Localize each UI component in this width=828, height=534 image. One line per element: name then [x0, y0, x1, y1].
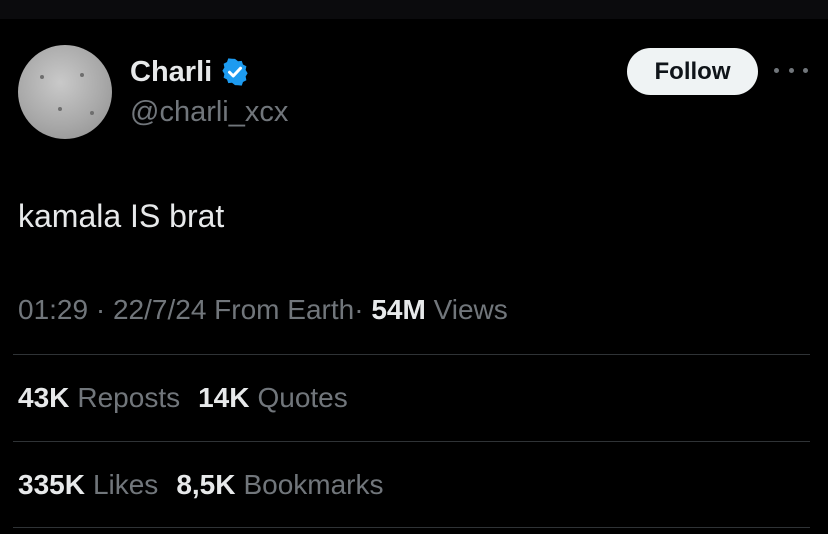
- follow-button[interactable]: Follow: [627, 48, 758, 95]
- likes-label: Likes: [92, 469, 159, 500]
- avatar-texture: [80, 73, 84, 77]
- reposts-stat[interactable]: 43K Reposts: [18, 380, 180, 416]
- divider: [13, 441, 810, 442]
- reposts-label: Reposts: [77, 382, 181, 413]
- top-bar: [0, 0, 828, 19]
- avatar[interactable]: [18, 45, 112, 139]
- avatar-texture: [90, 111, 94, 115]
- quotes-stat[interactable]: 14K Quotes: [198, 380, 348, 416]
- meta-separator: ·: [354, 294, 364, 325]
- tweet-date[interactable]: 22/7/24: [113, 294, 206, 325]
- ellipsis-dot: [803, 67, 808, 73]
- likes-stat[interactable]: 335K Likes: [18, 467, 158, 503]
- divider: [13, 527, 810, 528]
- bookmarks-stat[interactable]: 8,5K Bookmarks: [176, 467, 383, 503]
- avatar-texture: [58, 107, 62, 111]
- bookmarks-count: 8,5K: [176, 469, 236, 500]
- engagement-row-2: 335K Likes 8,5K Bookmarks: [18, 467, 402, 503]
- tweet-source: From Earth: [214, 294, 355, 325]
- ellipsis-dot: [774, 67, 779, 73]
- bookmarks-label: Bookmarks: [243, 469, 384, 500]
- likes-count: 335K: [18, 469, 85, 500]
- views-count: 54M: [371, 294, 426, 325]
- author-name-row[interactable]: Charli: [130, 54, 250, 90]
- quotes-count: 14K: [198, 382, 250, 413]
- author-display-name[interactable]: Charli: [130, 54, 212, 90]
- views-label: Views: [433, 294, 508, 325]
- verified-badge-icon: [222, 58, 248, 86]
- author-handle[interactable]: @charli_xcx: [130, 94, 288, 130]
- quotes-label: Quotes: [257, 382, 348, 413]
- avatar-texture: [40, 75, 44, 79]
- divider: [13, 354, 810, 355]
- engagement-row-1: 43K Reposts 14K Quotes: [18, 380, 366, 416]
- ellipsis-icon[interactable]: [774, 60, 808, 80]
- ellipsis-dot: [788, 67, 794, 73]
- tweet-meta: 01:29 · 22/7/24 From Earth· 54M Views: [18, 292, 508, 328]
- reposts-count: 43K: [18, 382, 70, 413]
- meta-separator: ·: [95, 294, 106, 325]
- tweet-text: kamala IS brat: [18, 198, 225, 234]
- tweet-time[interactable]: 01:29: [18, 294, 88, 325]
